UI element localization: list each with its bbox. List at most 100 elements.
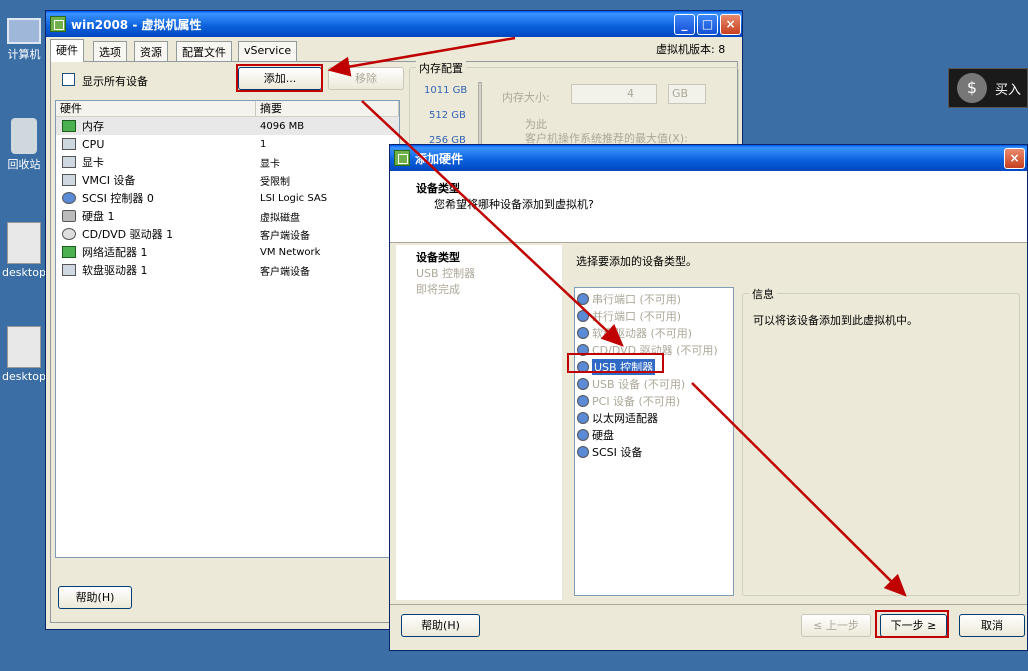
hardware-name: 网络适配器 1 [82,246,148,259]
hardware-row[interactable]: VMCI 设备 受限制 [56,171,399,189]
device-type-item[interactable]: 并行端口 (不可用) [575,307,733,324]
hardware-name-cell: 显卡 [56,154,256,170]
hardware-row[interactable]: 网络适配器 1 VM Network [56,243,399,261]
device-type-label: 串行端口 (不可用) [592,292,682,306]
hardware-name-cell: 网络适配器 1 [56,244,256,260]
desktop-icon-label: 回收站 [7,158,41,171]
device-type-item[interactable]: 软盘驱动器 (不可用) [575,324,733,341]
dialog-footer-divider [390,604,1027,605]
device-type-list[interactable]: 串行端口 (不可用) 并行端口 (不可用) 软盘驱动器 (不可用) CD/DVD 驱动… [574,287,734,596]
buy-label: 买入 [995,82,1022,98]
device-type-item[interactable]: USB 设备 (不可用) [575,375,733,392]
file-icon [7,326,41,368]
add-hardware-titlebar[interactable]: 添加硬件 × [390,145,1027,171]
minimize-button[interactable]: _ [674,14,695,35]
vm-window-title: win2008 - 虚拟机属性 [71,17,202,32]
dialog-close-button[interactable]: × [1004,148,1025,169]
device-icon [577,428,589,441]
vm-window-titlebar[interactable]: win2008 - 虚拟机属性 _ □ × [46,11,742,37]
desktop-icon-label: desktop [2,266,46,279]
desktop-icon-recycle[interactable]: 回收站 [0,118,48,172]
memory-size-input[interactable]: 4 [571,84,657,104]
tab-vservice[interactable]: vService [238,41,298,61]
device-type-label: 软盘驱动器 (不可用) [592,326,693,340]
maximize-button[interactable]: □ [697,14,718,35]
vmci-icon [62,174,76,186]
close-button[interactable]: × [720,14,741,35]
device-type-label: 并行端口 (不可用) [592,309,682,323]
step-device-type: 设备类型 [416,251,460,264]
vm-icon [50,16,66,32]
dialog-help-button[interactable]: 帮助(H) [401,614,480,637]
hardware-row[interactable]: CPU 1 [56,135,399,153]
vm-version: 虚拟机版本: 8 [656,43,726,56]
buy-widget[interactable]: $ 买入 [948,68,1028,108]
desktop-icon-label: desktop [2,370,46,383]
dialog-prompt: 选择要添加的设备类型。 [576,255,697,268]
device-type-item[interactable]: PCI 设备 (不可用) [575,392,733,409]
hardware-summary: 受限制 [260,176,290,188]
recycle-bin-icon [11,118,37,154]
hardware-row[interactable]: 软盘驱动器 1 客户端设备 [56,261,399,279]
info-group: 信息 可以将该设备添加到此虚拟机中。 [742,286,1020,596]
hardware-row[interactable]: 硬盘 1 虚拟磁盘 [56,207,399,225]
dialog-header-title: 设备类型 [416,182,460,195]
memory-config-label: 内存配置 [416,60,466,76]
memory-unit-select[interactable]: GB [668,84,706,104]
hardware-name: 硬盘 1 [82,210,115,223]
vm-help-button[interactable]: 帮助(H) [58,586,132,609]
hardware-name-cell: 硬盘 1 [56,208,256,224]
hardware-summary: VM Network [260,246,321,258]
cpu-icon [62,138,76,150]
tab-options[interactable]: 选项 [93,41,127,61]
cancel-button[interactable]: 取消 [959,614,1025,637]
hardware-name-cell: CD/DVD 驱动器 1 [56,226,256,242]
hardware-list[interactable]: 硬件 摘要 内存 4096 MB CPU 1 显卡 显卡 VMCI 设备 受限制 SCSI 控制… [55,100,400,558]
hardware-name-cell: SCSI 控制器 0 [56,190,256,206]
memory-icon [62,120,76,132]
info-text: 可以将该设备添加到此虚拟机中。 [753,314,918,327]
tab-hardware[interactable]: 硬件 [50,39,84,62]
dialog-header: 设备类型 您希望将哪种设备添加到虚拟机? [390,171,1027,243]
hardware-name: 显卡 [82,156,104,169]
hardware-row[interactable]: SCSI 控制器 0 LSI Logic SAS [56,189,399,207]
memory-size-label: 内存大小: [502,91,550,104]
device-type-label: SCSI 设备 [592,445,643,459]
device-icon [577,394,589,407]
hardware-row[interactable]: 显卡 显卡 [56,153,399,171]
hardware-name-cell: 软盘驱动器 1 [56,262,256,278]
tab-profile[interactable]: 配置文件 [176,41,232,61]
device-icon [577,411,589,424]
device-icon [577,445,589,458]
device-type-item[interactable]: 以太网适配器 [575,409,733,426]
remove-button[interactable]: 移除 [328,67,404,90]
computer-icon [7,18,41,44]
desktop-icon-desktop-1[interactable]: desktop [0,222,48,279]
hardware-name: CD/DVD 驱动器 1 [82,228,174,241]
money-bag-icon: $ [957,73,987,103]
device-type-label: 以太网适配器 [592,411,658,425]
device-type-label: PCI 设备 (不可用) [592,394,681,408]
tab-resources[interactable]: 资源 [134,41,168,61]
annotation-box-add [236,64,323,92]
back-button[interactable]: ≤ 上一步 [801,614,871,637]
device-icon [577,292,589,305]
device-type-item[interactable]: SCSI 设备 [575,443,733,460]
hardware-name-cell: 内存 [56,118,256,134]
hardware-row[interactable]: CD/DVD 驱动器 1 客户端设备 [56,225,399,243]
show-all-devices-label: 显示所有设备 [82,75,148,88]
desktop-icon-desktop-2[interactable]: desktop [0,326,48,383]
column-header-summary[interactable]: 摘要 [256,101,399,116]
disk-icon [62,210,76,222]
hardware-list-header: 硬件 摘要 [56,101,399,117]
desktop-icon-computer[interactable]: 计算机 [0,18,48,62]
floppy-icon [62,264,76,276]
file-icon [7,222,41,264]
show-all-devices-checkbox[interactable] [62,73,75,86]
display-icon [62,156,76,168]
device-type-item[interactable]: 串行端口 (不可用) [575,290,733,307]
hardware-row[interactable]: 内存 4096 MB [56,117,399,135]
hardware-name: 软盘驱动器 1 [82,264,148,277]
column-header-hardware[interactable]: 硬件 [56,101,256,116]
device-type-item[interactable]: 硬盘 [575,426,733,443]
